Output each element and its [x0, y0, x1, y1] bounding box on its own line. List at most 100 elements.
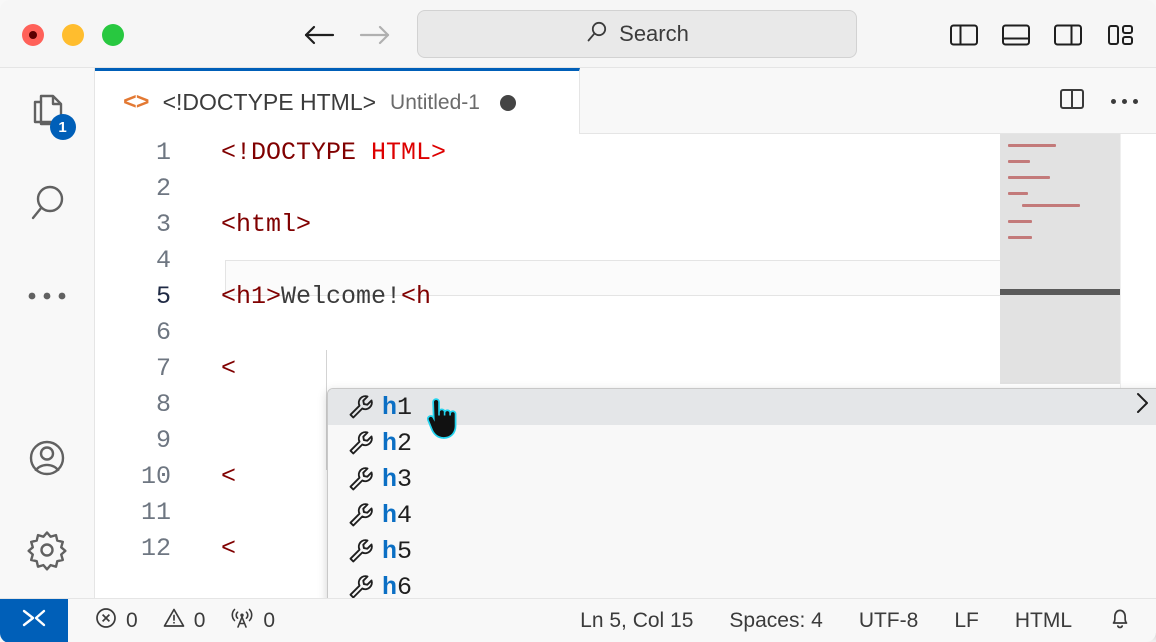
suggest-label: h3 — [382, 464, 413, 494]
suggest-item-h2[interactable]: h2 — [328, 425, 1156, 461]
line-content: <html> — [221, 209, 312, 239]
minimize-window-button[interactable] — [62, 24, 84, 46]
wrench-icon — [340, 429, 382, 457]
toggle-secondary-sidebar-button[interactable] — [1050, 18, 1086, 52]
go-back-button[interactable] — [300, 18, 338, 52]
status-bar: 0 0 0 Ln 5, Col 15 Spaces: 4 UTF-8 LF HT… — [0, 598, 1156, 642]
line-content: < — [221, 353, 237, 383]
wrench-icon — [340, 501, 382, 529]
sidebar-item-explorer[interactable]: 1 — [0, 68, 95, 160]
line-number: 4 — [155, 245, 171, 275]
tab-untitled-1[interactable]: <> <!DOCTYPE HTML> Untitled-1 — [95, 68, 580, 134]
tab-title: <!DOCTYPE HTML> — [162, 89, 377, 115]
error-circle-icon — [94, 606, 118, 636]
status-warnings-count: 0 — [193, 608, 206, 632]
code-line-4: 4 — [95, 242, 1156, 278]
sidebar-item-search[interactable] — [0, 160, 95, 252]
sidebar-item-manage[interactable] — [0, 506, 95, 598]
sidebar-item-accounts[interactable] — [0, 414, 95, 506]
line-content: < — [221, 461, 237, 491]
code-line-2: 2 — [95, 170, 1156, 206]
remote-window-icon — [19, 606, 49, 635]
suggest-label: h4 — [382, 500, 413, 530]
code-line-5: 5 <h1>Welcome!<h — [95, 278, 1156, 314]
code-line-3: 3 <html> — [95, 206, 1156, 242]
account-icon — [22, 433, 72, 488]
line-number: 7 — [155, 353, 171, 383]
gear-icon — [22, 525, 72, 580]
line-number: 6 — [155, 317, 171, 347]
code-line-1: 1 <!DOCTYPE HTML> — [95, 134, 1156, 170]
toggle-panel-button[interactable] — [998, 18, 1034, 52]
split-editor-icon[interactable] — [1059, 87, 1085, 116]
line-number: 10 — [140, 461, 171, 491]
wrench-icon — [340, 573, 382, 601]
suggest-item-h4[interactable]: h4 — [328, 497, 1156, 533]
status-errors[interactable]: 0 — [84, 599, 148, 642]
search-placeholder: Search — [619, 21, 689, 46]
layout-buttons — [946, 18, 1138, 52]
navigation-buttons — [300, 18, 394, 52]
status-indentation[interactable]: Spaces: 4 — [715, 599, 836, 642]
editor-tabs-bar: <> <!DOCTYPE HTML> Untitled-1 — [95, 68, 1156, 134]
search-icon — [585, 20, 609, 49]
remote-indicator[interactable] — [0, 598, 68, 642]
suggest-item-h1[interactable]: h1 — [328, 389, 1156, 425]
status-language-mode[interactable]: HTML — [1001, 599, 1086, 642]
tab-description: Untitled-1 — [390, 90, 480, 114]
minimap-cursor-marker — [1000, 289, 1120, 295]
maximize-window-button[interactable] — [102, 24, 124, 46]
line-number: 9 — [155, 425, 171, 455]
customize-layout-button[interactable] — [1102, 18, 1138, 52]
wrench-icon — [340, 393, 382, 421]
close-window-button[interactable] — [22, 24, 44, 46]
suggest-label: h2 — [382, 428, 413, 458]
line-number: 11 — [140, 497, 171, 527]
warning-triangle-icon — [162, 606, 186, 636]
editor-group: <> <!DOCTYPE HTML> Untitled-1 1 <!DOCTYP… — [95, 68, 1156, 634]
code-line-7: 7 < — [95, 350, 1156, 386]
status-warnings[interactable]: 0 — [152, 599, 216, 642]
status-cursor-position[interactable]: Ln 5, Col 15 — [566, 599, 707, 642]
search-icon — [23, 180, 71, 233]
line-number: 12 — [140, 533, 171, 563]
line-number: 3 — [155, 209, 171, 239]
go-forward-button[interactable] — [356, 18, 394, 52]
explorer-badge: 1 — [49, 114, 76, 140]
tab-dirty-indicator[interactable] — [499, 94, 516, 111]
status-bar-right: Ln 5, Col 15 Spaces: 4 UTF-8 LF HTML — [566, 599, 1146, 642]
chevron-right-icon[interactable] — [1132, 390, 1152, 424]
line-content: <!DOCTYPE HTML> — [221, 137, 447, 167]
suggest-label: h5 — [382, 536, 413, 566]
status-notifications[interactable] — [1094, 599, 1146, 642]
line-number: 1 — [155, 137, 171, 167]
wrench-icon — [340, 465, 382, 493]
editor-actions — [1059, 68, 1138, 134]
line-number-active: 5 — [155, 281, 171, 311]
wrench-icon — [340, 537, 382, 565]
radio-tower-icon — [229, 606, 255, 636]
status-encoding[interactable]: UTF-8 — [845, 599, 933, 642]
suggest-label: h1 — [382, 392, 413, 422]
status-bar-left: 0 0 0 — [84, 599, 285, 642]
sidebar-item-additional-views[interactable] — [0, 252, 95, 344]
status-eol[interactable]: LF — [940, 599, 993, 642]
ellipsis-icon[interactable] — [1111, 98, 1138, 104]
title-bar: Search — [0, 0, 1156, 68]
status-ports-count: 0 — [263, 608, 276, 632]
status-ports[interactable]: 0 — [219, 599, 285, 642]
line-number: 2 — [155, 173, 171, 203]
toggle-primary-sidebar-button[interactable] — [946, 18, 982, 52]
activity-bar: 1 — [0, 68, 95, 598]
line-number: 8 — [155, 389, 171, 419]
line-content: <h1>Welcome!<h — [221, 281, 432, 311]
suggest-item-h3[interactable]: h3 — [328, 461, 1156, 497]
status-errors-count: 0 — [126, 608, 138, 632]
suggest-item-h5[interactable]: h5 — [328, 533, 1156, 569]
command-center-search[interactable]: Search — [417, 10, 857, 58]
vscode-window: Search 1 <> <!DOCTYPE HTML> Untitled-1 1… — [0, 0, 1156, 642]
minimap-slider[interactable] — [1000, 134, 1120, 384]
ellipsis-icon — [23, 289, 71, 307]
code-line-6: 6 — [95, 314, 1156, 350]
line-content: < — [221, 533, 237, 563]
